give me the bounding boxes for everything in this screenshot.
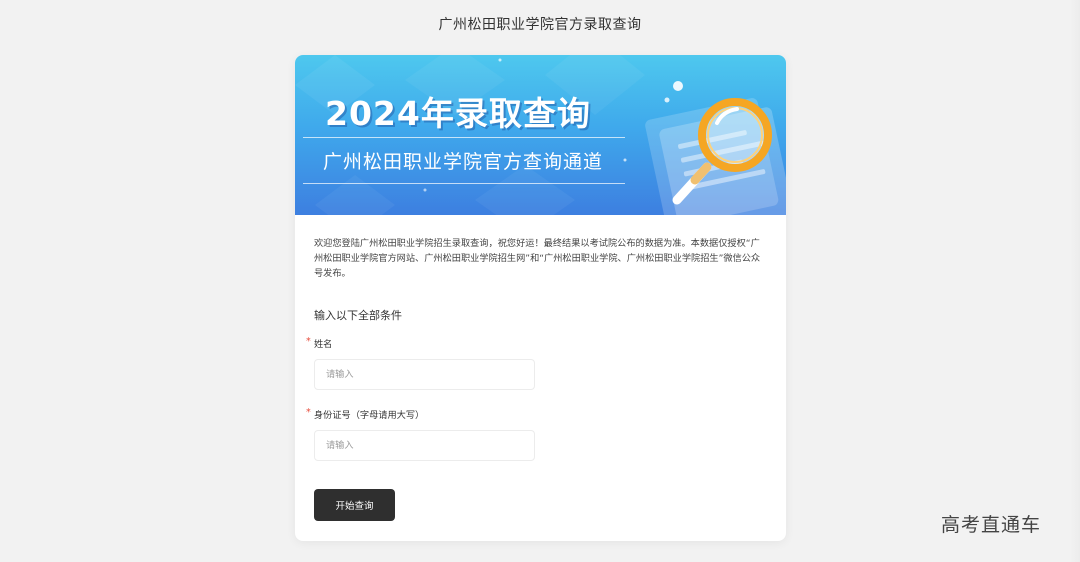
- id-number-input[interactable]: [314, 430, 535, 461]
- id-label-text: 身份证号（字母请用大写）: [314, 410, 425, 421]
- banner-subheading: 广州松田职业学院官方查询通道: [323, 151, 604, 173]
- watermark: 高考直通车: [941, 514, 1042, 536]
- page-title: 广州松田职业学院官方录取查询: [438, 17, 642, 33]
- scrollbar-track[interactable]: [1070, 0, 1080, 562]
- name-label: * 姓名: [306, 336, 333, 350]
- start-query-button[interactable]: 开始查询: [314, 489, 395, 521]
- banner-divider-bottom: [303, 183, 625, 184]
- name-input[interactable]: [314, 359, 535, 390]
- required-mark: *: [306, 407, 311, 418]
- name-label-text: 姓名: [314, 339, 333, 350]
- banner-divider-top: [303, 137, 625, 138]
- intro-text: 欢迎您登陆广州松田职业学院招生录取查询，祝您好运！最终结果以考试院公布的数据为准…: [314, 238, 761, 279]
- query-card: 2024年录取查询 广州松田职业学院官方查询通道 欢迎您登陆广州松田职业学院招生…: [295, 55, 786, 541]
- required-mark: *: [306, 336, 311, 347]
- id-label: * 身份证号（字母请用大写）: [306, 407, 425, 421]
- banner: 2024年录取查询 广州松田职业学院官方查询通道: [295, 55, 786, 215]
- banner-decoration: [295, 55, 786, 215]
- banner-heading: 2024年录取查询: [325, 94, 591, 133]
- form-section-title: 输入以下全部条件: [314, 309, 402, 322]
